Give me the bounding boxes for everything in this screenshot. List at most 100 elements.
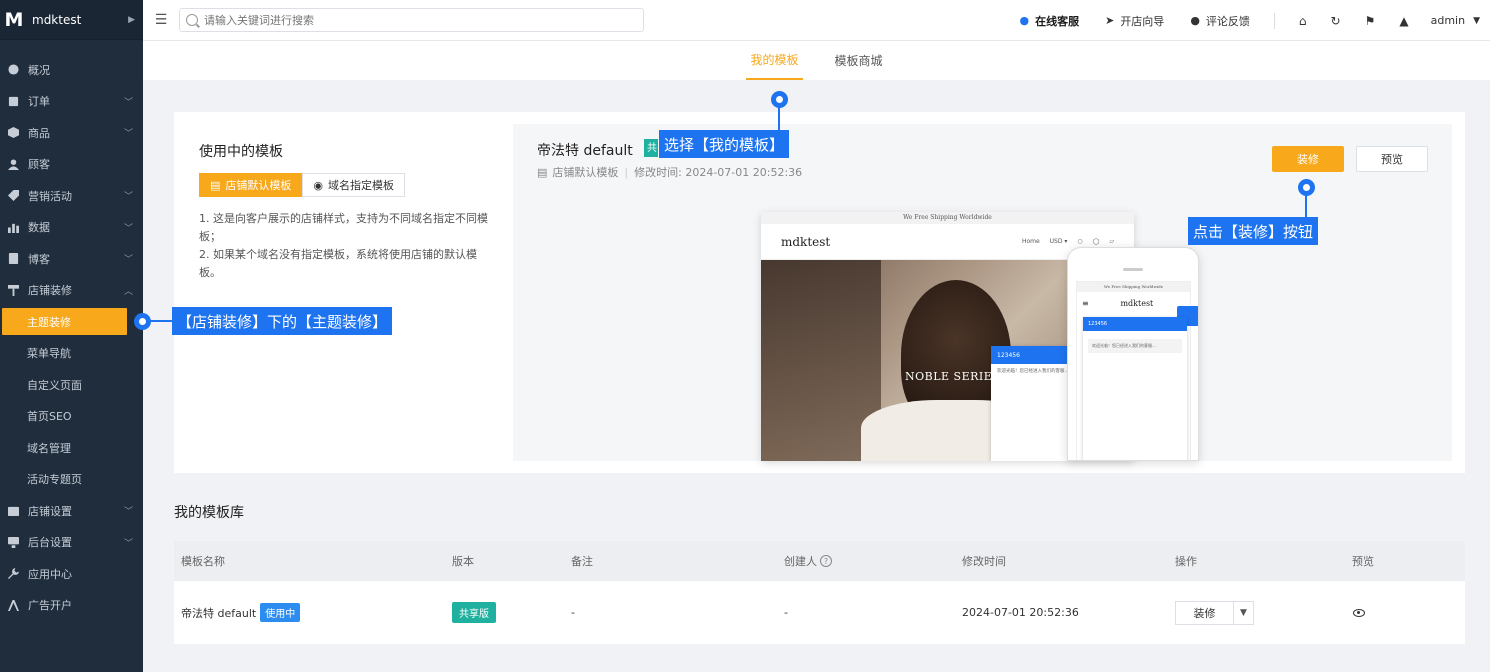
header-creator: 创建人 — [784, 555, 817, 568]
mock-hero-text: NOBLE SERIES — [905, 370, 1001, 383]
library-title: 我的模板库 — [174, 505, 244, 521]
tab-my-templates[interactable]: 我的模板 — [746, 41, 803, 80]
chevron-up-icon: ︿ — [123, 286, 133, 297]
callout-stem — [1305, 194, 1307, 217]
template-in-use-card: 使用中的模板 ▤ 店铺默认模板 ◉ 域名指定模板 1. 这是向客户展示的店铺样式… — [174, 112, 1465, 473]
mock-store-logo: mdktest — [781, 234, 831, 249]
sidebar-item-store-decoration[interactable]: 店铺装修 ︿ — [0, 275, 143, 307]
sidebar-item-marketing[interactable]: 营销活动 ﹀ — [0, 180, 143, 212]
search-box[interactable] — [179, 8, 644, 32]
sidebar-subitem-campaign[interactable]: 活动专题页 — [0, 464, 143, 496]
chevron-right-icon[interactable]: ▶ — [128, 15, 135, 25]
sidebar-item-label: 概况 — [28, 63, 50, 77]
mock-nav-home: Home — [1021, 238, 1040, 245]
caret-down-icon: ▼ — [1473, 15, 1480, 26]
separator: | — [624, 165, 629, 179]
sidebar-item-blog[interactable]: 博客 ﹀ — [0, 243, 143, 275]
home-icon[interactable]: ⌂ — [1299, 14, 1307, 28]
sidebar-item-label: 店铺设置 — [28, 504, 72, 518]
sidebar-item-orders[interactable]: 订单 ﹀ — [0, 86, 143, 118]
chevron-down-icon: ﹀ — [123, 538, 133, 549]
store-icon: ▤ — [537, 165, 548, 179]
template-modified: 修改时间: 2024-07-01 20:52:36 — [634, 166, 803, 179]
preview-button[interactable]: 预览 — [1356, 146, 1428, 172]
mock-mobile-chat-body: 欢迎光临！您已经进入我们的客服… — [1088, 339, 1182, 353]
store-default-template-label: 店铺默认模板 — [225, 179, 292, 192]
mobile-preview-image: We Free Shipping Worldwide ≡ mdktest 123… — [1067, 247, 1199, 461]
eye-icon[interactable] — [1353, 608, 1365, 617]
chevron-down-icon: ﹀ — [123, 255, 133, 266]
sidebar-subitem-domain[interactable]: 域名管理 — [0, 432, 143, 464]
sidebar-item-label: 店铺装修 — [28, 284, 72, 298]
store-guide-link[interactable]: ➤ 开店向导 — [1105, 13, 1164, 29]
search-input[interactable] — [204, 13, 624, 27]
template-type-switch: ▤ 店铺默认模板 ◉ 域名指定模板 — [199, 173, 406, 197]
flag-icon[interactable]: ⚑ — [1365, 14, 1376, 28]
row-decorate-split-button: 装修 ▼ — [1175, 600, 1254, 625]
wrench-icon — [7, 568, 19, 580]
mock-mobile-nav: ≡ mdktest — [1077, 292, 1190, 314]
brush-icon — [7, 284, 19, 296]
callout-decorate: 点击【装修】按钮 — [1188, 217, 1319, 245]
sidebar-item-products[interactable]: 商品 ﹀ — [0, 117, 143, 149]
username: admin — [1430, 14, 1466, 27]
bell-icon[interactable]: ▲ — [1399, 14, 1408, 28]
mock-nav-right: Home USD ▾ ○ ◯ ▱ — [1022, 238, 1114, 245]
sidebar-subitem-custom-page[interactable]: 自定义页面 — [0, 369, 143, 401]
row-decorate-button[interactable]: 装修 — [1176, 601, 1234, 624]
sidebar-item-store-settings[interactable]: 店铺设置 ﹀ — [0, 495, 143, 527]
sidebar-item-customers[interactable]: 顾客 — [0, 149, 143, 181]
feedback-link[interactable]: ● 评论反馈 — [1190, 13, 1250, 29]
sidebar-subitem-theme[interactable]: 主题装修 — [2, 308, 127, 335]
sidebar-item-label: 顾客 — [28, 158, 50, 172]
sidebar-item-ads[interactable]: 广告开户 — [0, 590, 143, 622]
header-creator-wrap: 创建人 ? — [784, 553, 832, 569]
refresh-icon[interactable]: ↻ — [1331, 14, 1341, 28]
callout-stem — [778, 106, 780, 130]
chevron-down-icon: ﹀ — [123, 223, 133, 234]
menu-toggle-icon[interactable]: ☰ — [143, 12, 179, 28]
callout-theme: 【店铺装修】下的【主题装修】 — [172, 307, 393, 335]
template-meta: ▤ 店铺默认模板 | 修改时间: 2024-07-01 20:52:36 — [537, 164, 802, 180]
in-use-badge: 使用中 — [260, 603, 301, 622]
help-notes: 1. 这是向客户展示的店铺样式，支持为不同域名指定不同模板； 2. 如果某个域名… — [199, 210, 494, 282]
box-icon — [7, 127, 19, 139]
store-default-template-button[interactable]: ▤ 店铺默认模板 — [199, 173, 303, 197]
feedback-label: 评论反馈 — [1205, 14, 1250, 28]
hamburger-icon: ≡ — [1082, 298, 1089, 308]
row-preview-cell — [1353, 608, 1365, 617]
brand-header[interactable]: M mdktest ▶ — [0, 0, 143, 40]
sidebar-item-admin-settings[interactable]: 后台设置 ﹀ — [0, 527, 143, 559]
tab-template-store[interactable]: 模板商城 — [831, 41, 887, 80]
chevron-down-icon: ﹀ — [123, 507, 133, 518]
sidebar-subitem-seo[interactable]: 首页SEO — [0, 401, 143, 433]
sidebar-item-overview[interactable]: 概况 — [0, 54, 143, 86]
send-icon: ➤ — [1105, 14, 1115, 27]
help-icon[interactable]: ? — [820, 555, 832, 567]
mock-mobile-chat: 123456 欢迎光临！您已经进入我们的客服… — [1083, 317, 1187, 460]
row-modified: 2024-07-01 20:52:36 — [962, 606, 1079, 619]
decorate-button[interactable]: 装修 — [1272, 146, 1344, 172]
domain-template-button[interactable]: ◉ 域名指定模板 — [302, 173, 406, 197]
sidebar-item-label: 博客 — [28, 252, 50, 266]
cart-icon: ▱ — [1109, 238, 1114, 245]
monitor-icon — [7, 536, 19, 548]
sidebar-item-label: 后台设置 — [28, 536, 72, 550]
sidebar-item-app-center[interactable]: 应用中心 — [0, 558, 143, 590]
domain-template-label: 域名指定模板 — [328, 179, 395, 192]
topbar: ☰ ● 在线客服 ➤ 开店向导 ● 评论反馈 ⌂ ↻ ⚑ ▲ admin ▼ — [143, 0, 1490, 41]
user-menu[interactable]: admin ▼ — [1431, 14, 1480, 27]
sidebar-item-label: 营销活动 — [28, 189, 72, 203]
mock-mobile-chat-header: 123456 — [1083, 317, 1187, 331]
sidebar-subitem-menu-nav[interactable]: 菜单导航 — [0, 338, 143, 370]
chevron-down-icon[interactable]: ▼ — [1234, 602, 1253, 624]
search-icon: ○ — [1077, 238, 1083, 245]
mock-announcement-bar: We Free Shipping Worldwide — [761, 212, 1134, 224]
store-name: mdktest — [32, 12, 82, 27]
order-icon — [7, 95, 19, 107]
online-service-link[interactable]: ● 在线客服 — [1019, 13, 1079, 29]
divider — [1273, 12, 1275, 29]
mock-currency: USD ▾ — [1049, 238, 1068, 245]
sidebar-item-data[interactable]: 数据 ﹀ — [0, 212, 143, 244]
store-icon: ▤ — [210, 178, 221, 192]
